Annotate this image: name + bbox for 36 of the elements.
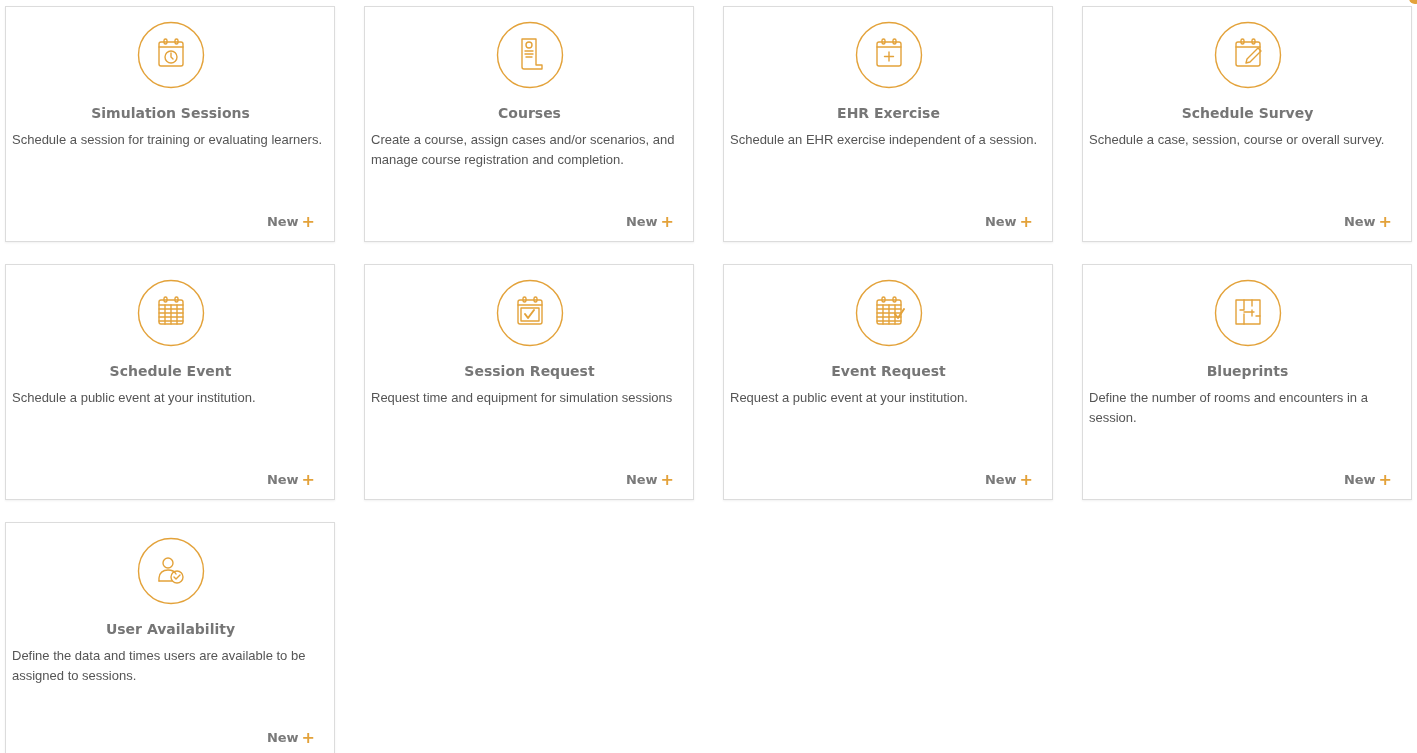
card-description: Schedule a case, session, course or overall survey.	[1089, 131, 1386, 149]
card-description: Create a course, assign cases and/or scenarios, and manage course registration and completion.	[371, 131, 676, 169]
new-button[interactable]: New +	[984, 470, 1033, 489]
card-title: Simulation Sessions	[91, 105, 250, 121]
new-button[interactable]: New +	[984, 212, 1033, 231]
new-button[interactable]: New +	[625, 212, 674, 231]
new-button[interactable]: New +	[1343, 212, 1392, 231]
card-title: EHR Exercise	[837, 105, 940, 121]
calendar-clock-icon	[136, 21, 205, 89]
card-description: Request a public event at your institution.	[730, 389, 969, 407]
new-button[interactable]: New +	[266, 728, 315, 747]
new-button[interactable]: New +	[266, 470, 315, 489]
calendar-plus-icon	[854, 21, 923, 89]
scroll-icon	[495, 21, 564, 89]
card-title: Blueprints	[1206, 363, 1289, 379]
floor-plan-icon	[1213, 279, 1282, 347]
card-description: Schedule an EHR exercise independent of a session.	[730, 131, 1039, 149]
card-title: Schedule Survey	[1181, 105, 1314, 121]
calendar-pencil-icon	[1213, 21, 1282, 89]
user-check-icon	[136, 537, 205, 605]
card-title: Event Request	[831, 363, 946, 379]
new-button[interactable]: New +	[1343, 470, 1392, 489]
card-title: Courses	[498, 105, 561, 121]
card-description: Schedule a session for training or evaluating learners.	[12, 131, 323, 149]
card-title: Schedule Event	[109, 363, 232, 379]
calendar-check-icon	[495, 279, 564, 347]
calendar-check-icon	[854, 279, 923, 347]
new-button[interactable]: New +	[266, 212, 315, 231]
card-description: Request time and equipment for simulation sessions	[371, 389, 674, 407]
card-description: Schedule a public event at your institution.	[12, 389, 257, 407]
calendar-icon	[136, 279, 205, 347]
card-description: Define the number of rooms and encounters in a session.	[1089, 389, 1369, 427]
card-title: User Availability	[105, 621, 236, 637]
new-button[interactable]: New +	[625, 470, 674, 489]
card-title: Session Request	[464, 363, 595, 379]
card-description: Define the data and times users are available to be assigned to sessions.	[12, 647, 307, 685]
